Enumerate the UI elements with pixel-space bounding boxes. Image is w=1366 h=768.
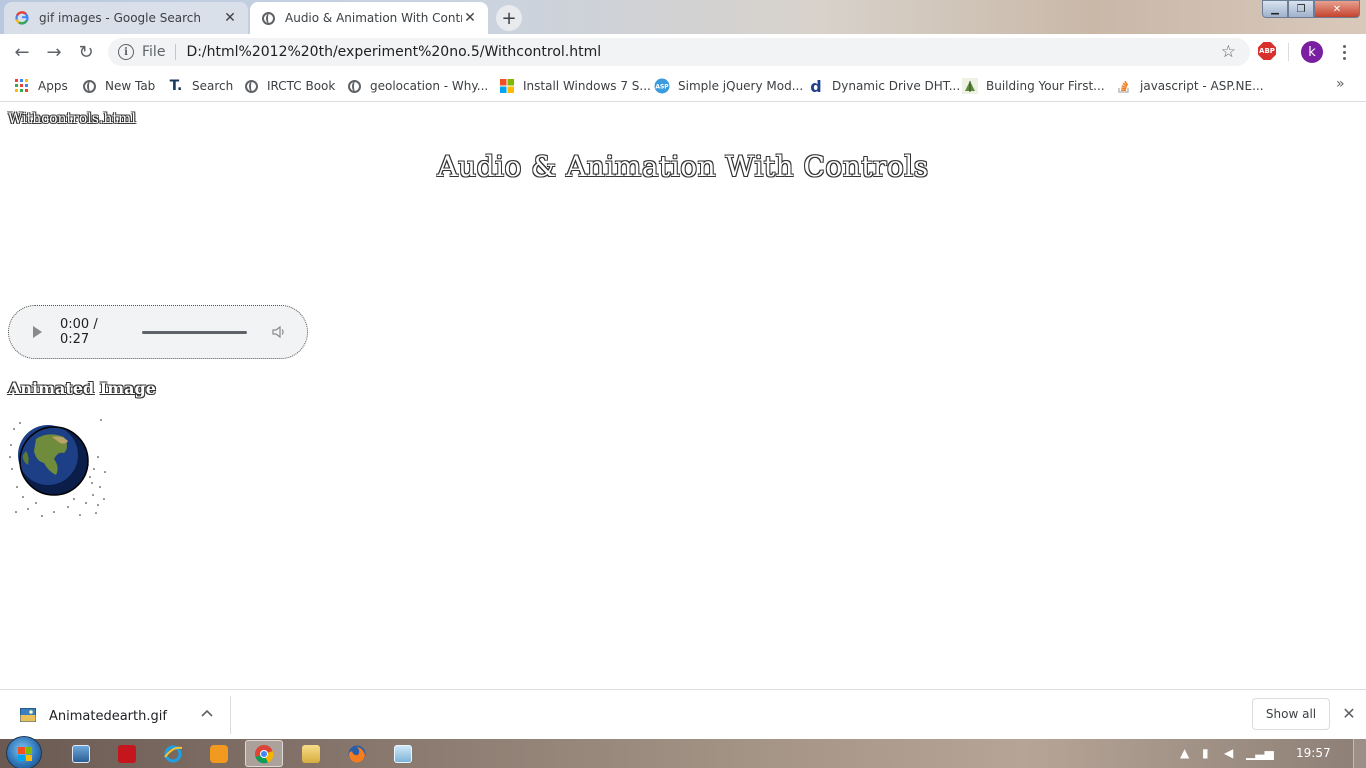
bookmark-dynamic-drive[interactable]: d Dynamic Drive DHT... <box>808 76 960 96</box>
page-heading: Audio & Animation With Controls <box>437 150 929 183</box>
start-button[interactable] <box>6 736 42 768</box>
window-controls: ▁ ❐ ✕ <box>1262 0 1360 18</box>
forward-button[interactable]: → <box>42 40 66 64</box>
image-file-icon <box>20 708 36 722</box>
globe-icon <box>346 78 362 94</box>
bookmarks-overflow-button[interactable]: » <box>1336 76 1345 92</box>
tab-strip: gif images - Google Search ✕ Audio & Ani… <box>0 0 1366 34</box>
audio-seek-bar[interactable] <box>142 330 247 334</box>
bookmark-label: Install Windows 7 S... <box>523 79 651 93</box>
toolbar-divider <box>1288 43 1289 61</box>
globe-icon <box>81 78 97 94</box>
folder-icon[interactable] <box>292 740 330 767</box>
svg-text:ASP: ASP <box>655 84 669 91</box>
media-player-icon[interactable] <box>200 740 238 767</box>
bookmark-label: IRCTC Book <box>267 79 336 93</box>
google-g-icon <box>14 10 30 26</box>
animated-image-label: Animated Image <box>8 379 156 398</box>
globe-icon <box>260 10 276 26</box>
tray-overflow-icon[interactable]: ▲ <box>1180 746 1189 760</box>
bookmark-label: Dynamic Drive DHT... <box>832 79 961 93</box>
bookmark-apps[interactable]: Apps <box>14 76 68 96</box>
bookmark-label: Building Your First... <box>986 79 1105 93</box>
t-logo-icon: T. <box>169 78 183 94</box>
explorer-window-icon[interactable] <box>62 740 100 767</box>
omnibox-divider <box>175 44 177 60</box>
maximize-button[interactable]: ❐ <box>1288 0 1314 18</box>
bookmark-search[interactable]: T. Search <box>168 76 234 96</box>
show-all-button[interactable]: Show all <box>1252 698 1330 730</box>
bookmark-jquery-modal[interactable]: ASP Simple jQuery Mod... <box>654 76 803 96</box>
tab-google-search[interactable]: gif images - Google Search ✕ <box>4 2 248 34</box>
bookmark-geolocation[interactable]: geolocation - Why... <box>346 76 488 96</box>
bookmark-javascript-asp[interactable]: javascript - ASP.NE... <box>1116 76 1264 96</box>
download-filename: Animatedearth.gif <box>49 709 167 724</box>
speaker-icon[interactable]: ◀ <box>1224 746 1233 760</box>
tab-title: Audio & Animation With Controls <box>285 11 462 25</box>
bookmark-irctc[interactable]: IRCTC Book <box>243 76 335 96</box>
info-icon[interactable]: i <box>118 44 134 60</box>
bookmark-label: Simple jQuery Mod... <box>678 79 804 93</box>
minimize-button[interactable]: ▁ <box>1262 0 1288 18</box>
show-desktop-button[interactable] <box>1353 739 1366 768</box>
audio-player: 0:00 / 0:27 <box>8 305 308 359</box>
battery-icon[interactable]: ▮ <box>1202 746 1209 760</box>
apps-grid-icon <box>14 78 30 94</box>
volume-icon[interactable] <box>271 324 287 340</box>
bookmarks-bar: Apps New Tab T. Search IRCTC Book geoloc… <box>0 70 1366 102</box>
url-text[interactable]: D:/html%2012%20th/experiment%20no.5/With… <box>186 44 601 60</box>
browser-toolbar: ← → ↻ i File D:/html%2012%20th/experimen… <box>0 34 1366 70</box>
bookmark-label: Search <box>192 79 234 93</box>
bookmark-star-icon[interactable]: ☆ <box>1221 42 1236 62</box>
bookmark-new-tab[interactable]: New Tab <box>81 76 155 96</box>
reload-button[interactable]: ↻ <box>74 40 98 64</box>
chevron-up-icon[interactable] <box>199 705 215 721</box>
bookmark-label: Apps <box>38 79 68 93</box>
windows-flag-icon <box>18 747 32 761</box>
address-bar[interactable]: i File D:/html%2012%20th/experiment%20no… <box>108 38 1250 66</box>
globe-icon <box>243 78 259 94</box>
audio-time: 0:00 / 0:27 <box>60 317 98 347</box>
bookmark-label: geolocation - Why... <box>370 79 489 93</box>
asp-icon: ASP <box>654 78 670 94</box>
windows-taskbar: ▲ ▮ ◀ ▁▃▅ 19:57 <box>0 736 1366 768</box>
internet-explorer-icon[interactable] <box>154 740 192 767</box>
leaf-icon <box>962 78 978 94</box>
window-close-button[interactable]: ✕ <box>1314 0 1360 18</box>
back-button[interactable]: ← <box>10 40 34 64</box>
bookmark-label: javascript - ASP.NE... <box>1140 79 1264 93</box>
bookmark-label: New Tab <box>105 79 156 93</box>
file-chip: File <box>142 44 166 60</box>
firefox-icon[interactable] <box>338 740 376 767</box>
animated-earth-image <box>8 417 108 519</box>
page-filename: Withcontrols.html <box>8 111 136 127</box>
bookmark-building[interactable]: Building Your First... <box>962 76 1105 96</box>
acrobat-icon[interactable] <box>108 740 146 767</box>
chrome-icon[interactable] <box>245 740 283 767</box>
close-shelf-icon[interactable]: ✕ <box>1340 704 1358 723</box>
stackoverflow-icon <box>1116 78 1132 94</box>
new-tab-button[interactable]: + <box>496 5 522 31</box>
play-icon[interactable] <box>33 326 42 338</box>
shelf-divider <box>230 696 231 734</box>
dynamic-drive-icon: d <box>810 76 822 96</box>
tab-title: gif images - Google Search <box>39 11 201 25</box>
download-shelf: Animatedearth.gif Show all ✕ <box>0 689 1366 739</box>
tab-close-icon[interactable]: ✕ <box>222 10 238 26</box>
profile-avatar[interactable]: k <box>1301 41 1323 63</box>
notepad-icon[interactable] <box>384 740 422 767</box>
network-signal-icon[interactable]: ▁▃▅ <box>1246 746 1274 760</box>
clock[interactable]: 19:57 <box>1296 746 1331 760</box>
browser-menu-icon[interactable] <box>1336 41 1352 63</box>
tab-close-icon[interactable]: ✕ <box>462 10 478 26</box>
bookmark-windows7[interactable]: Install Windows 7 S... <box>499 76 651 96</box>
tab-audio-animation[interactable]: Audio & Animation With Controls ✕ <box>250 2 488 34</box>
windows-logo-icon <box>499 78 515 94</box>
